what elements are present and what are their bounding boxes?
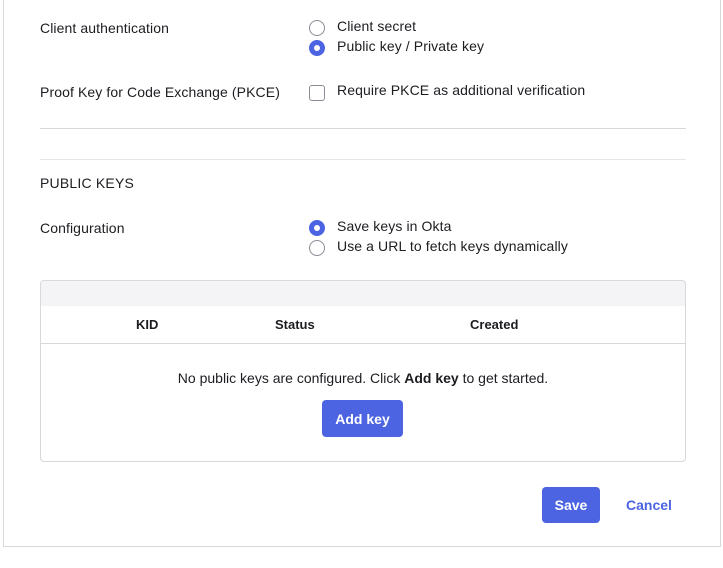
configuration-label: Configuration — [40, 220, 125, 236]
empty-message-prefix: No public keys are configured. Click — [177, 370, 405, 386]
client-auth-label: Client authentication — [40, 20, 169, 36]
pkce-label: Proof Key for Code Exchange (PKCE) — [40, 84, 280, 100]
empty-state-message: No public keys are configured. Click Add… — [41, 370, 685, 386]
radio-client-secret-label[interactable]: Client secret — [337, 18, 416, 34]
radio-save-keys-in-okta-label[interactable]: Save keys in Okta — [337, 218, 452, 234]
add-key-button[interactable]: Add key — [322, 400, 403, 437]
public-keys-heading: PUBLIC KEYS — [40, 175, 135, 191]
column-header-created: Created — [470, 317, 519, 332]
column-header-kid: KID — [136, 317, 159, 332]
radio-use-url[interactable] — [309, 240, 325, 256]
divider — [40, 159, 686, 160]
radio-client-secret[interactable] — [309, 20, 325, 36]
radio-public-private-key[interactable] — [309, 40, 325, 56]
pkce-checkbox-label[interactable]: Require PKCE as additional verification — [337, 82, 585, 98]
radio-public-private-key-label[interactable]: Public key / Private key — [337, 38, 484, 54]
empty-message-bold: Add key — [404, 370, 459, 386]
table-header: KID Status Created — [41, 306, 685, 344]
radio-use-url-label[interactable]: Use a URL to fetch keys dynamically — [337, 238, 568, 254]
save-button[interactable]: Save — [542, 487, 600, 523]
divider — [40, 128, 686, 129]
table-toolbar — [41, 281, 685, 307]
cancel-button[interactable]: Cancel — [620, 495, 678, 515]
empty-message-suffix: to get started. — [458, 370, 549, 386]
column-header-status: Status — [275, 317, 315, 332]
public-keys-table: KID Status Created No public keys are co… — [40, 280, 686, 462]
radio-save-keys-in-okta[interactable] — [309, 220, 325, 236]
pkce-checkbox[interactable] — [309, 85, 325, 101]
